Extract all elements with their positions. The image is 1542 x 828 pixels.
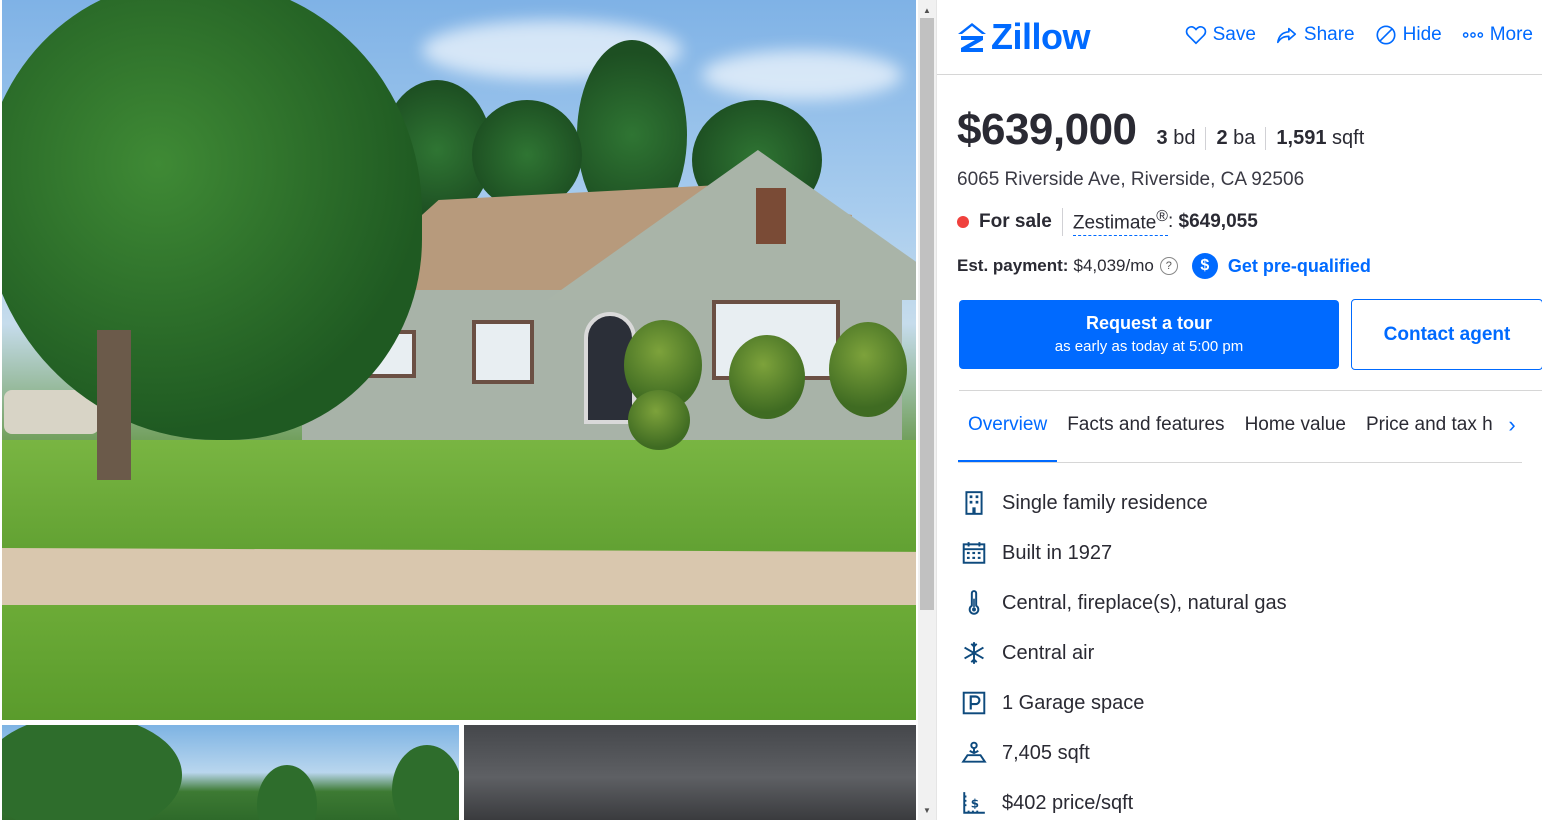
price-row: $639,000 3 bd 2 ba 1,591 sqft	[957, 105, 1374, 155]
list-item: Built in 1927	[959, 528, 1287, 578]
list-item: 7,405 sqft	[959, 728, 1287, 778]
registered-mark: ®	[1156, 208, 1168, 226]
list-item: Single family residence	[959, 478, 1287, 528]
lot-size-icon	[959, 738, 989, 768]
payment-row: Est. payment: $4,039/mo ? $ Get pre-qual…	[957, 253, 1371, 279]
scroll-down-icon[interactable]: ▼	[918, 802, 936, 818]
request-tour-subtext: as early as today at 5:00 pm	[1054, 338, 1244, 355]
thumbnail-photo[interactable]	[464, 725, 916, 820]
beds-fact: 3 bd	[1157, 127, 1206, 150]
price-per-sqft-icon: $	[959, 788, 989, 818]
tabs-next-chevron-icon[interactable]: ›	[1501, 410, 1523, 440]
section-divider	[959, 390, 1542, 391]
zestimate-value: $649,055	[1178, 211, 1258, 232]
snowflake-icon	[959, 638, 989, 668]
listing-panel: Zillow Save Share Hide More $639,000 3 b…	[936, 0, 1542, 820]
sqft-unit: sqft	[1332, 127, 1365, 149]
payment-label: Est. payment:	[957, 256, 1069, 275]
calendar-icon	[959, 538, 989, 568]
beds-count: 3	[1156, 127, 1168, 149]
feature-text: Single family residence	[1002, 491, 1208, 514]
feature-text: 7,405 sqft	[1002, 741, 1090, 764]
feature-list: Single family residence Built in 1927 Ce…	[959, 478, 1287, 828]
parking-icon	[959, 688, 989, 718]
feature-text: Built in 1927	[1002, 541, 1113, 564]
baths-unit: ba	[1233, 127, 1256, 149]
save-label: Save	[1212, 24, 1256, 45]
more-label: More	[1489, 24, 1533, 45]
listing-actions: Save Share Hide More	[1185, 24, 1533, 46]
scroll-up-icon[interactable]: ▲	[918, 2, 936, 18]
list-item: 1 Garage space	[959, 678, 1287, 728]
beds-unit: bd	[1173, 127, 1196, 149]
zestimate-link[interactable]: Zestimate®	[1072, 208, 1168, 236]
feature-text: $402 price/sqft	[1002, 791, 1134, 814]
thumbnail-photo[interactable]	[2, 725, 459, 820]
get-prequalified-link[interactable]: Get pre-qualified	[1228, 256, 1371, 277]
help-icon[interactable]: ?	[1159, 257, 1178, 275]
sqft-fact: 1,591 sqft	[1265, 127, 1374, 150]
zestimate-label: Zestimate	[1072, 212, 1157, 234]
listing-status: For sale	[979, 211, 1052, 232]
list-item: $ $402 price/sqft	[959, 778, 1287, 828]
payment-value: $4,039/mo	[1073, 256, 1154, 275]
tab-overview[interactable]: Overview	[958, 404, 1058, 462]
request-tour-label: Request a tour	[1085, 313, 1213, 333]
feature-text: 1 Garage space	[1002, 691, 1145, 714]
save-button[interactable]: Save	[1185, 24, 1256, 46]
thermometer-icon	[959, 588, 989, 618]
zillow-logo[interactable]: Zillow	[957, 16, 1091, 58]
share-icon	[1276, 27, 1296, 44]
tab-facts-and-features[interactable]: Facts and features	[1057, 404, 1234, 462]
contact-agent-button[interactable]: Contact agent	[1351, 299, 1542, 370]
share-label: Share	[1303, 24, 1355, 45]
feature-text: Central, fireplace(s), natural gas	[1002, 591, 1287, 614]
svg-text:$: $	[971, 796, 979, 810]
sqft-count: 1,591	[1276, 127, 1327, 149]
photo-gallery	[0, 0, 918, 820]
heart-icon	[1185, 26, 1206, 45]
scrollbar-thumb[interactable]	[920, 18, 934, 610]
listing-tabs: Overview Facts and features Home value P…	[958, 404, 1522, 463]
building-icon	[959, 488, 989, 518]
divider	[1061, 208, 1063, 236]
tab-home-value[interactable]: Home value	[1235, 404, 1356, 462]
baths-count: 2	[1216, 127, 1228, 149]
list-item: Central, fireplace(s), natural gas	[959, 578, 1287, 628]
tab-price-and-tax-history[interactable]: Price and tax h	[1356, 404, 1503, 462]
main-photo[interactable]	[2, 0, 916, 720]
more-icon	[1462, 32, 1483, 38]
baths-fact[interactable]: 2 ba	[1205, 127, 1265, 150]
top-bar: Zillow Save Share Hide More	[937, 0, 1542, 75]
list-item: Central air	[959, 628, 1287, 678]
hide-label: Hide	[1402, 24, 1442, 45]
share-button[interactable]: Share	[1276, 24, 1355, 46]
status-row: For sale Zestimate®: $649,055	[957, 208, 1258, 236]
listing-address: 6065 Riverside Ave, Riverside, CA 92506	[957, 169, 1305, 190]
gallery-scrollbar[interactable]: ▲ ▼	[918, 0, 936, 820]
feature-text: Central air	[1002, 641, 1095, 664]
more-button[interactable]: More	[1462, 24, 1533, 46]
hide-icon	[1376, 25, 1396, 45]
request-tour-button[interactable]: Request a tour as early as today at 5:00…	[959, 300, 1339, 369]
home-facts: 3 bd 2 ba 1,591 sqft	[1157, 127, 1375, 150]
brand-name: Zillow	[991, 16, 1091, 57]
listing-price: $639,000	[957, 105, 1137, 154]
status-dot-icon	[957, 216, 969, 228]
zillow-logo-icon	[958, 23, 986, 52]
hide-button[interactable]: Hide	[1375, 24, 1442, 46]
dollar-icon: $	[1191, 253, 1218, 279]
